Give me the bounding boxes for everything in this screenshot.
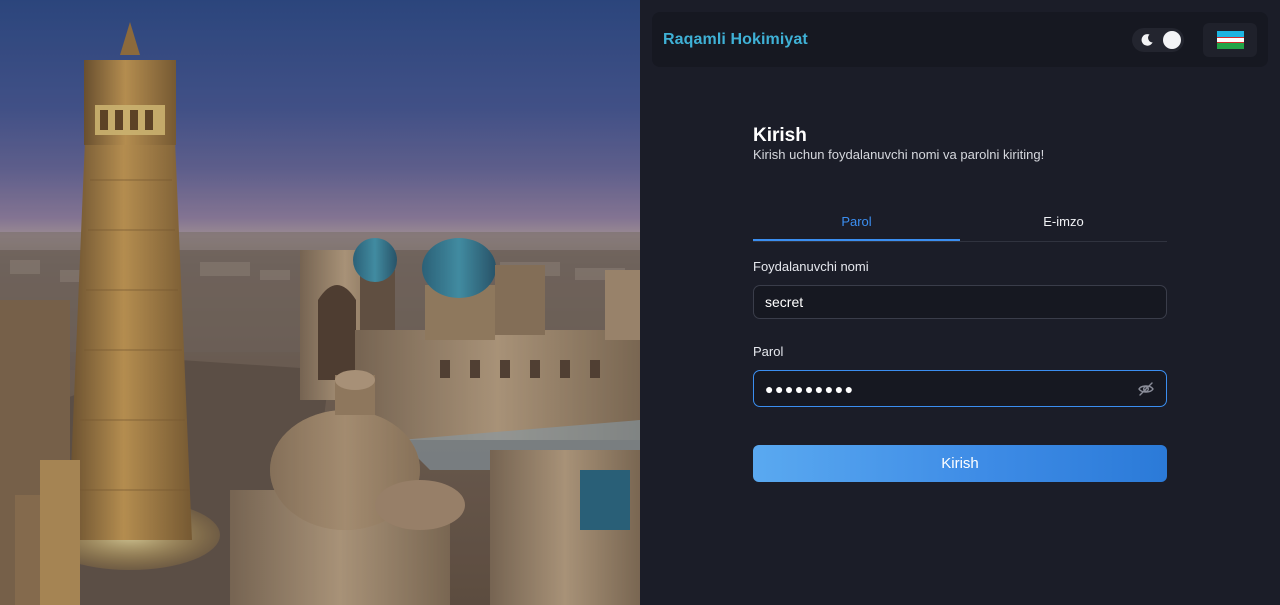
tab-e-imzo[interactable]: E-imzo — [960, 209, 1167, 241]
login-form: Kirish Kirish uchun foydalanuvchi nomi v… — [753, 125, 1167, 482]
tab-parol[interactable]: Parol — [753, 209, 960, 241]
uzbekistan-flag-icon — [1216, 31, 1244, 49]
moon-icon — [1140, 33, 1154, 47]
login-submit-button[interactable]: Kirish — [753, 445, 1167, 482]
login-title: Kirish — [753, 125, 807, 146]
hero-image — [0, 0, 640, 605]
username-label: Foydalanuvchi nomi — [753, 259, 869, 274]
theme-toggle-knob — [1163, 31, 1181, 49]
login-panel: Raqamli Hokimiyat Kirish Kirish uchun fo… — [640, 0, 1280, 605]
theme-toggle[interactable] — [1132, 28, 1184, 52]
login-method-tabs: Parol E-imzo — [753, 209, 1167, 242]
language-switcher-button[interactable] — [1203, 23, 1257, 57]
login-subtitle: Kirish uchun foydalanuvchi nomi va parol… — [753, 147, 1045, 162]
bukhara-skyline-illustration — [0, 0, 640, 605]
password-input[interactable]: ●●●●●●●●● — [765, 381, 1137, 397]
username-input[interactable] — [765, 294, 1155, 310]
password-label: Parol — [753, 344, 784, 359]
top-bar: Raqamli Hokimiyat — [652, 12, 1268, 67]
password-field[interactable]: ●●●●●●●●● — [753, 370, 1167, 407]
username-field[interactable] — [753, 285, 1167, 319]
eye-off-icon[interactable] — [1137, 380, 1155, 398]
brand-title: Raqamli Hokimiyat — [663, 30, 808, 48]
